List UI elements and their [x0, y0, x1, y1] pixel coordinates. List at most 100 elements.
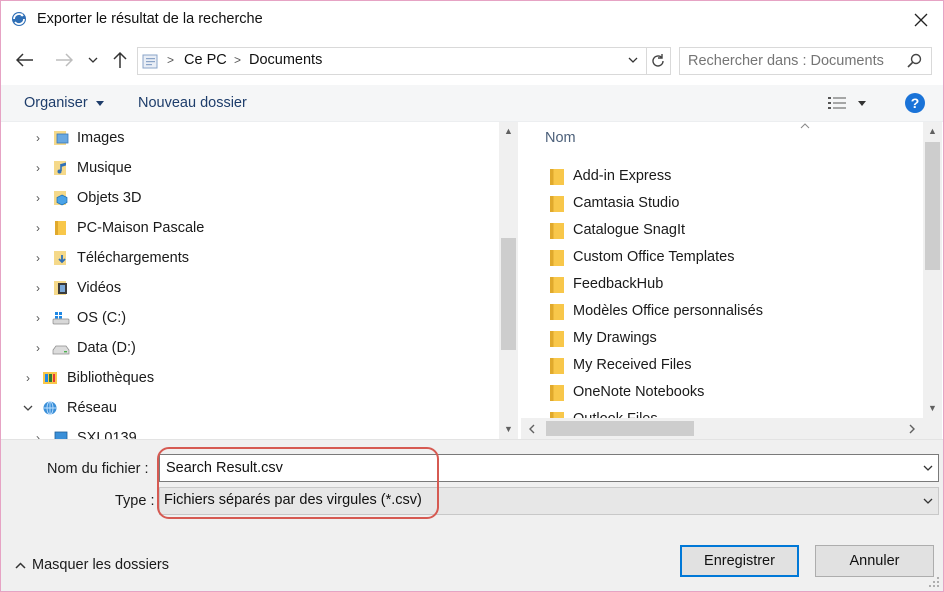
chevron-down-icon[interactable]: [923, 498, 933, 504]
file-name: Camtasia Studio: [573, 195, 680, 211]
chevron-right-icon[interactable]: ›: [31, 341, 45, 355]
chevron-right-icon[interactable]: ›: [31, 131, 45, 145]
tree-item-label: Téléchargements: [77, 250, 190, 266]
chevron-right-icon[interactable]: ›: [31, 251, 45, 265]
file-list-hscrollbar[interactable]: [521, 418, 923, 439]
save-button[interactable]: Enregistrer: [680, 545, 799, 577]
file-list-item[interactable]: Add-in Express: [521, 163, 921, 190]
file-list-scroll-thumb[interactable]: [925, 142, 940, 270]
hide-folders-toggle[interactable]: Masquer les dossiers: [15, 557, 169, 573]
tree-item-sxl0139[interactable]: › SXL0139: [1, 425, 498, 439]
search-icon[interactable]: [907, 53, 922, 68]
back-button[interactable]: [12, 47, 38, 73]
scroll-left-icon[interactable]: [529, 424, 535, 434]
tree-item-downloads[interactable]: › Téléchargements: [1, 245, 498, 271]
hide-folders-label: Masquer les dossiers: [32, 557, 169, 573]
tree-item-music[interactable]: › Musique: [1, 155, 498, 181]
file-list-item[interactable]: Outlook Files: [521, 406, 921, 418]
tree-item-images[interactable]: › Images: [1, 125, 498, 151]
file-list-item[interactable]: Camtasia Studio: [521, 190, 921, 217]
tree-item-data-drive[interactable]: › Data (D:): [1, 335, 498, 361]
column-header-name[interactable]: Nom: [545, 130, 576, 146]
videos-folder-icon: [54, 281, 67, 295]
caret-down-icon: [95, 100, 104, 106]
tree-scrollbar[interactable]: ▲ ▼: [499, 122, 518, 439]
file-list-item[interactable]: OneNote Notebooks: [521, 379, 921, 406]
cancel-button[interactable]: Annuler: [815, 545, 934, 577]
scroll-up-icon[interactable]: ▲: [923, 126, 942, 136]
file-list-item[interactable]: My Received Files: [521, 352, 921, 379]
folder-icon: [550, 304, 564, 320]
view-options-caret-icon[interactable]: [858, 101, 866, 106]
chevron-down-icon[interactable]: [923, 465, 933, 471]
organize-button[interactable]: Organiser: [24, 95, 104, 111]
address-bar[interactable]: > Ce PC > Documents: [137, 47, 671, 75]
file-name: Modèles Office personnalisés: [573, 303, 763, 319]
scroll-down-icon[interactable]: ▼: [923, 403, 942, 413]
file-name: Add-in Express: [573, 168, 672, 184]
folder-icon: [550, 169, 564, 185]
chevron-right-icon[interactable]: ›: [31, 221, 45, 235]
file-list-item[interactable]: Catalogue SnagIt: [521, 217, 921, 244]
folder-icon: [550, 196, 564, 212]
refresh-icon[interactable]: [650, 53, 666, 69]
chevron-down-icon[interactable]: [21, 401, 35, 415]
file-list-hscroll-thumb[interactable]: [546, 421, 694, 436]
folder-icon: [550, 358, 564, 374]
tree-scroll-thumb[interactable]: [501, 238, 516, 350]
resize-grip-icon[interactable]: [927, 575, 941, 589]
file-list-scrollbar[interactable]: ▲ ▼: [923, 122, 942, 418]
back-arrow-icon: [16, 53, 33, 67]
help-button[interactable]: ?: [905, 93, 925, 113]
recent-locations-button[interactable]: [83, 47, 103, 73]
tree-item-label: Musique: [77, 160, 132, 176]
file-name: My Drawings: [573, 330, 657, 346]
chevron-right-icon[interactable]: ›: [31, 281, 45, 295]
tree-item-pc-maison[interactable]: › PC-Maison Pascale: [1, 215, 498, 241]
address-dropdown-icon[interactable]: [628, 57, 638, 63]
up-button[interactable]: [107, 47, 133, 73]
search-input[interactable]: [688, 52, 898, 70]
chevron-right-icon[interactable]: ›: [31, 191, 45, 205]
chevron-right-icon[interactable]: ›: [21, 371, 35, 385]
forward-arrow-icon: [56, 53, 73, 67]
tree-item-libraries[interactable]: › Bibliothèques: [1, 365, 498, 391]
breadcrumb-documents[interactable]: Documents: [249, 52, 322, 68]
window-title: Exporter le résultat de la recherche: [37, 11, 263, 27]
file-list-item[interactable]: Modèles Office personnalisés: [521, 298, 921, 325]
tree-item-network[interactable]: Réseau: [1, 395, 498, 421]
tree-item-label: Bibliothèques: [67, 370, 155, 386]
file-list-item[interactable]: Custom Office Templates: [521, 244, 921, 271]
scroll-up-icon[interactable]: ▲: [499, 126, 518, 136]
folder-icon: [550, 385, 564, 401]
documents-folder-icon: [142, 54, 158, 69]
close-button[interactable]: [906, 7, 936, 33]
tree-item-3d-objects[interactable]: › Objets 3D: [1, 185, 498, 211]
folder-icon: [550, 223, 564, 239]
downloads-folder-icon: [54, 251, 66, 265]
chevron-down-icon: [88, 57, 98, 63]
tree-item-label: Vidéos: [77, 280, 122, 296]
file-name: OneNote Notebooks: [573, 384, 705, 400]
scroll-down-icon[interactable]: ▼: [499, 424, 518, 434]
search-box[interactable]: [679, 47, 932, 75]
breadcrumb-separator: >: [167, 53, 175, 67]
tree-item-videos[interactable]: › Vidéos: [1, 275, 498, 301]
tree-item-label: SXL0139: [77, 430, 137, 439]
file-list-item[interactable]: My Drawings: [521, 325, 921, 352]
chevron-right-icon[interactable]: ›: [31, 431, 45, 439]
tree-item-os-drive[interactable]: › OS (C:): [1, 305, 498, 331]
new-folder-button[interactable]: Nouveau dossier: [138, 95, 247, 111]
computer-icon: [54, 431, 68, 439]
filename-label: Nom du fichier :: [47, 461, 149, 477]
chevron-right-icon[interactable]: ›: [31, 161, 45, 175]
refresh-globe-icon: [12, 12, 26, 26]
breadcrumb-ce-pc[interactable]: Ce PC: [184, 52, 227, 68]
view-details-icon[interactable]: [828, 96, 848, 110]
scroll-right-icon[interactable]: [909, 424, 915, 434]
forward-button[interactable]: [51, 47, 77, 73]
file-list-item[interactable]: FeedbackHub: [521, 271, 921, 298]
chevron-right-icon[interactable]: ›: [31, 311, 45, 325]
file-name: Custom Office Templates: [573, 249, 735, 265]
tree-item-label: Data (D:): [77, 340, 136, 356]
